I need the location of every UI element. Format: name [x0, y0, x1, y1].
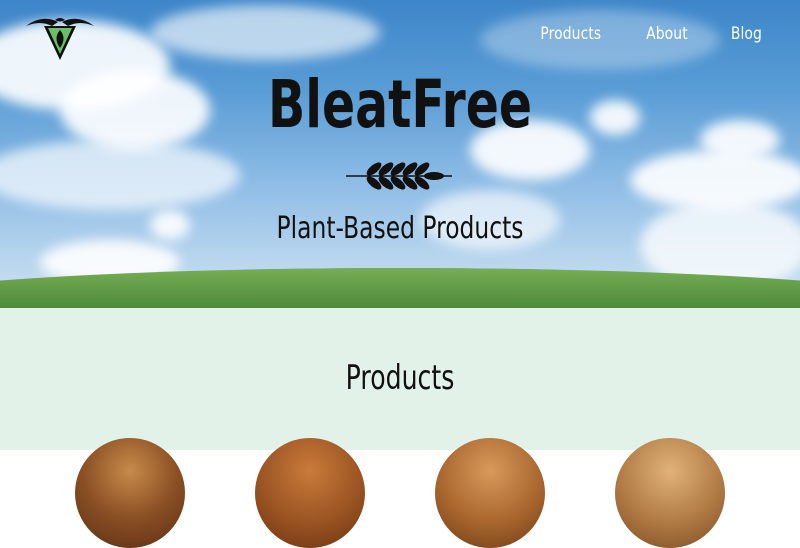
product-thumbnail[interactable]	[255, 438, 365, 548]
product-thumbnail[interactable]	[615, 438, 725, 548]
firefly-leaf-logo-icon[interactable]	[22, 12, 98, 62]
cloud	[0, 140, 240, 210]
cloud	[150, 5, 380, 60]
nav-link-blog[interactable]: Blog	[731, 24, 762, 44]
wheat-icon	[346, 162, 452, 190]
brand-title: BleatFree	[268, 66, 532, 143]
hero-banner: Products About Blog BleatFree Plant-Base…	[0, 0, 800, 308]
products-heading: Products	[345, 358, 455, 398]
grass-hill-top	[0, 268, 800, 308]
product-thumbnail[interactable]	[75, 438, 185, 548]
product-thumbnail[interactable]	[435, 438, 545, 548]
nav-link-about[interactable]: About	[646, 24, 688, 44]
products-section: Products	[0, 308, 800, 548]
tagline: Plant-Based Products	[276, 211, 524, 246]
main-nav: Products About Blog	[527, 24, 762, 44]
nav-link-products[interactable]: Products	[540, 24, 601, 44]
